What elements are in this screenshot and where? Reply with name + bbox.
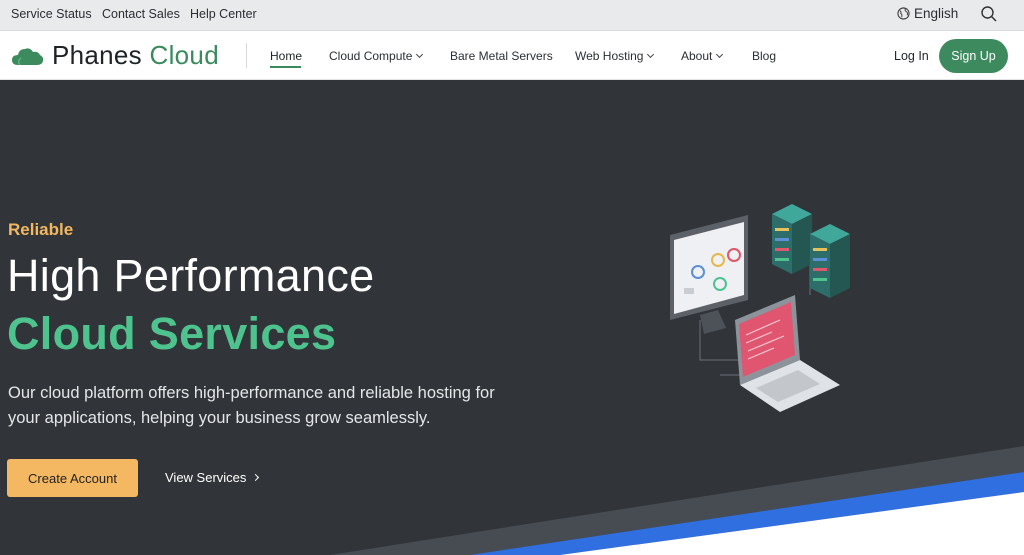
create-account-button[interactable]: Create Account xyxy=(7,459,138,497)
nav-about-label: About xyxy=(681,49,713,63)
nav-blog-label: Blog xyxy=(752,49,777,63)
view-services-link[interactable]: View Services xyxy=(165,470,260,485)
nav-home-label: Home xyxy=(270,49,303,63)
nav-bare-metal-label: Bare Metal Servers xyxy=(450,49,553,63)
nav-about[interactable]: About xyxy=(681,49,724,63)
search-icon[interactable] xyxy=(980,5,998,23)
logo-wordmark: Phanes Cloud xyxy=(52,40,219,71)
logo[interactable]: Phanes Cloud xyxy=(11,40,219,71)
signup-button[interactable]: Sign Up xyxy=(939,39,1008,73)
view-services-label: View Services xyxy=(165,470,247,485)
logo-text-main: Phanes xyxy=(52,40,142,70)
nav-bare-metal-servers[interactable]: Bare Metal Servers xyxy=(450,49,553,63)
contact-sales-link[interactable]: Contact Sales xyxy=(102,7,180,21)
nav-web-hosting[interactable]: Web Hosting xyxy=(575,49,655,63)
nav-blog[interactable]: Blog xyxy=(752,49,776,63)
hero-section: Reliable High Performance Cloud Services… xyxy=(0,80,1024,555)
chevron-right-icon xyxy=(252,473,260,482)
language-selector[interactable]: English xyxy=(897,6,958,21)
chevron-down-icon xyxy=(716,50,724,59)
hero-eyebrow: Reliable xyxy=(8,220,74,239)
cloud-logo-icon xyxy=(12,47,44,65)
logo-text-accent: Cloud xyxy=(149,40,219,70)
login-link[interactable]: Log In xyxy=(894,49,929,63)
cloud-infrastructure-illustration xyxy=(670,204,850,412)
nav-web-hosting-label: Web Hosting xyxy=(575,49,644,63)
nav-home[interactable]: Home xyxy=(270,49,302,63)
nav-cloud-compute-label: Cloud Compute xyxy=(329,49,413,63)
nav-cloud-compute[interactable]: Cloud Compute xyxy=(329,49,424,63)
hero-title-line1: High Performance xyxy=(7,250,375,301)
utility-bar: Service Status Contact Sales Help Center… xyxy=(0,0,1024,31)
hero-description: Our cloud platform offers high-performan… xyxy=(8,384,495,427)
chevron-down-icon xyxy=(647,50,655,59)
help-center-link[interactable]: Help Center xyxy=(190,7,257,21)
globe-icon xyxy=(897,7,910,20)
language-label: English xyxy=(914,6,959,21)
chevron-down-icon xyxy=(416,50,424,59)
logo-divider xyxy=(246,43,247,68)
hero-title-line2: Cloud Services xyxy=(7,308,337,359)
main-navigation: Phanes Cloud Home Cloud Compute Bare Met… xyxy=(0,31,1024,80)
active-nav-indicator xyxy=(270,66,301,68)
service-status-link[interactable]: Service Status xyxy=(11,7,92,21)
